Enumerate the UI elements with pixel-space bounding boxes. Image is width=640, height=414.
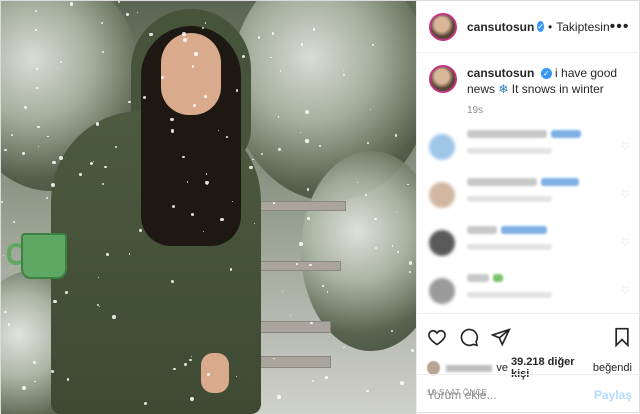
post-comment-button[interactable]: Paylaş xyxy=(594,388,632,402)
liker-name-blurred xyxy=(445,364,493,372)
snowflake-emoji-icon: ❄ xyxy=(498,82,509,96)
share-icon[interactable] xyxy=(491,327,511,347)
likes-connector: ve xyxy=(496,362,508,374)
verified-badge-icon: ✓ xyxy=(537,21,545,32)
verified-badge-icon: ✓ xyxy=(540,68,552,80)
heart-icon[interactable] xyxy=(427,327,447,347)
comment-row[interactable]: ♡ xyxy=(429,178,630,212)
comment-avatar[interactable] xyxy=(429,230,455,256)
face xyxy=(161,33,221,115)
comment-text-blurred xyxy=(467,130,581,164)
comment-row[interactable]: ♡ xyxy=(429,130,630,164)
comment-row[interactable]: ♡ xyxy=(429,226,630,260)
comment-avatar[interactable] xyxy=(429,182,455,208)
green-mug xyxy=(21,233,67,279)
comment-text-blurred xyxy=(467,178,579,212)
bookmark-icon[interactable] xyxy=(612,327,632,347)
likes-suffix: beğendi xyxy=(592,362,632,374)
comment-input[interactable] xyxy=(427,387,594,402)
comment-like-heart-icon[interactable]: ♡ xyxy=(621,286,630,297)
caption-avatar[interactable] xyxy=(429,65,457,93)
caption-text-2: It snows in winter xyxy=(511,82,604,96)
comment-text-blurred xyxy=(467,274,552,308)
separator-dot: • xyxy=(548,19,553,34)
comment-row[interactable]: ♡ xyxy=(429,274,630,308)
liker-avatar xyxy=(427,361,440,375)
comment-box: Paylaş xyxy=(417,374,640,414)
more-options-icon[interactable]: ••• xyxy=(610,18,630,36)
post-photo[interactable] xyxy=(1,1,416,414)
username-link[interactable]: cansutosun xyxy=(467,20,534,34)
post-side-panel: cansutosun ✓ • Takiptesin ••• cansutosun… xyxy=(416,1,640,414)
comment-text-blurred xyxy=(467,226,552,260)
comment-avatar[interactable] xyxy=(429,278,455,304)
post-header: cansutosun ✓ • Takiptesin ••• xyxy=(417,1,640,53)
comment-like-heart-icon[interactable]: ♡ xyxy=(621,142,630,153)
comment-like-heart-icon[interactable]: ♡ xyxy=(621,238,630,249)
caption: cansutosun ✓ i have good news ❄ It snows… xyxy=(429,65,630,97)
comment-avatar[interactable] xyxy=(429,134,455,160)
comment-like-heart-icon[interactable]: ♡ xyxy=(621,190,630,201)
instagram-post: cansutosun ✓ • Takiptesin ••• cansutosun… xyxy=(0,0,640,414)
caption-time: 19s xyxy=(467,105,484,116)
avatar[interactable] xyxy=(429,12,457,41)
comment-icon[interactable] xyxy=(459,327,479,347)
comments-list[interactable]: cansutosun ✓ i have good news ❄ It snows… xyxy=(417,53,640,313)
follow-status[interactable]: Takiptesin xyxy=(556,20,609,34)
caption-username[interactable]: cansutosun xyxy=(467,66,534,80)
